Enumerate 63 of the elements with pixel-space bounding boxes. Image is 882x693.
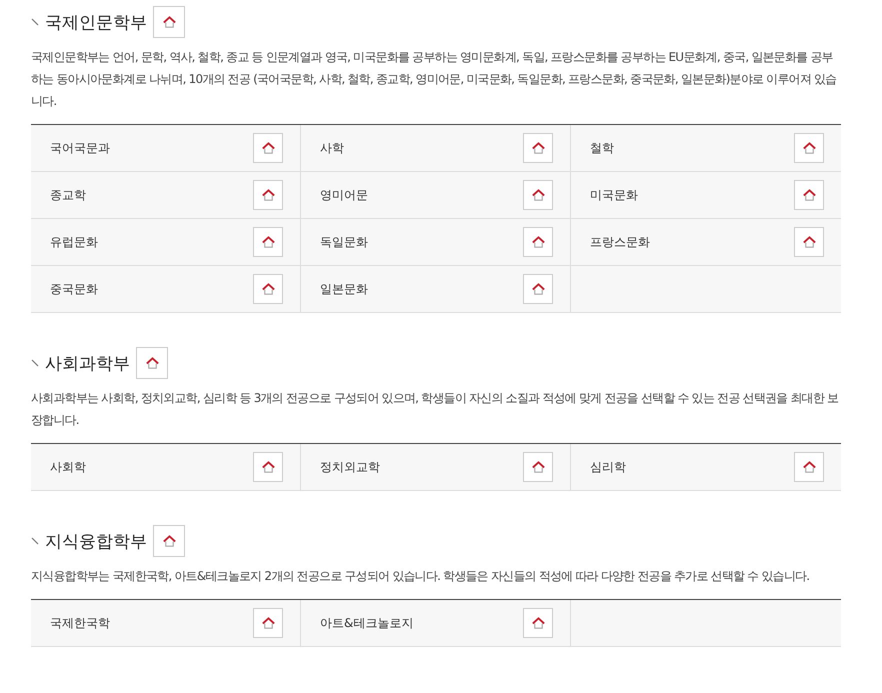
tick-mark-icon	[31, 359, 39, 367]
home-icon	[530, 188, 546, 202]
home-button[interactable]	[794, 180, 824, 210]
home-icon	[802, 140, 816, 156]
major-name: 정치외교학	[320, 458, 380, 476]
major-name: 종교학	[50, 186, 86, 204]
home-icon	[260, 234, 276, 250]
section-title: 국제인문학부	[45, 12, 147, 34]
major-name: 독일문화	[320, 234, 368, 250]
major-name: 중국문화	[50, 280, 98, 298]
home-button[interactable]	[794, 133, 824, 163]
major-name: 국어국문과	[50, 140, 110, 156]
major-name: 미국문화	[590, 186, 638, 204]
home-button[interactable]	[794, 452, 824, 482]
home-button[interactable]	[523, 180, 553, 210]
major-name: 영미어문	[320, 186, 368, 204]
home-button[interactable]	[523, 452, 553, 482]
home-button[interactable]	[253, 608, 283, 638]
home-icon	[260, 188, 276, 202]
home-button[interactable]	[153, 6, 185, 38]
home-button[interactable]	[253, 180, 283, 210]
home-button[interactable]	[253, 274, 283, 304]
home-icon	[530, 282, 546, 296]
major-name: 일본문화	[320, 280, 368, 298]
home-button[interactable]	[253, 452, 283, 482]
major-name: 사회학	[50, 458, 86, 476]
major-name: 사학	[320, 140, 344, 156]
section-title: 사회과학부	[45, 352, 130, 374]
major-name: 유럽문화	[50, 234, 98, 250]
home-icon	[530, 140, 546, 156]
home-icon	[802, 234, 816, 250]
major-name: 국제한국학	[50, 614, 110, 632]
major-name: 아트&테크놀로지	[320, 614, 414, 632]
home-icon	[260, 616, 276, 630]
home-icon	[260, 460, 276, 474]
section-description: 국제인문학부는 언어, 문학, 역사, 철학, 종교 등 인문계열과 영국, 미국문화를 공부하는 영미문화계, 독일, 프랑스문화를 공부하는 EU문화계, 중국, 일본문화를 공부하는 동아시아문화계로 나뉘며, 10개의 전공 (국어국문학, 사학, 철학, 종교학, 영미어문, 미국문화, 독일문화, 프랑스문화, 중국문화, 일본문화)분야로 이루어져 있습니다.	[31, 49, 838, 110]
section-title: 지식융합학부	[45, 530, 147, 552]
home-icon	[260, 140, 276, 156]
major-name: 철학	[590, 140, 614, 156]
home-icon	[530, 234, 546, 250]
home-button[interactable]	[523, 227, 553, 257]
home-button[interactable]	[253, 133, 283, 163]
section-description: 사회과학부는 사회학, 정치외교학, 심리학 등 3개의 전공으로 구성되어 있으며, 학생들이 자신의 소질과 적성에 맞게 전공을 선택할 수 있는 전공 선택권을 최대한 보장합니다.	[31, 390, 840, 429]
home-button[interactable]	[253, 227, 283, 257]
home-icon	[802, 460, 816, 474]
home-button[interactable]	[136, 347, 168, 379]
home-button[interactable]	[523, 133, 553, 163]
tick-mark-icon	[31, 537, 39, 545]
home-icon	[144, 356, 160, 370]
major-name: 프랑스문화	[590, 234, 650, 250]
section-description: 지식융합학부는 국제한국학, 아트&테크놀로지 2개의 전공으로 구성되어 있습니다. 학생들은 자신들의 적성에 따라 다양한 전공을 추가로 선택할 수 있습니다.	[31, 568, 810, 585]
home-button[interactable]	[794, 227, 824, 257]
home-icon	[530, 460, 546, 474]
home-button[interactable]	[523, 274, 553, 304]
home-button[interactable]	[153, 525, 185, 557]
home-icon	[802, 188, 816, 202]
major-name: 심리학	[590, 458, 626, 476]
home-icon	[162, 534, 176, 548]
tick-mark-icon	[31, 18, 39, 26]
home-icon	[260, 282, 276, 296]
home-icon	[162, 14, 176, 30]
home-button[interactable]	[523, 608, 553, 638]
home-icon	[530, 616, 546, 630]
